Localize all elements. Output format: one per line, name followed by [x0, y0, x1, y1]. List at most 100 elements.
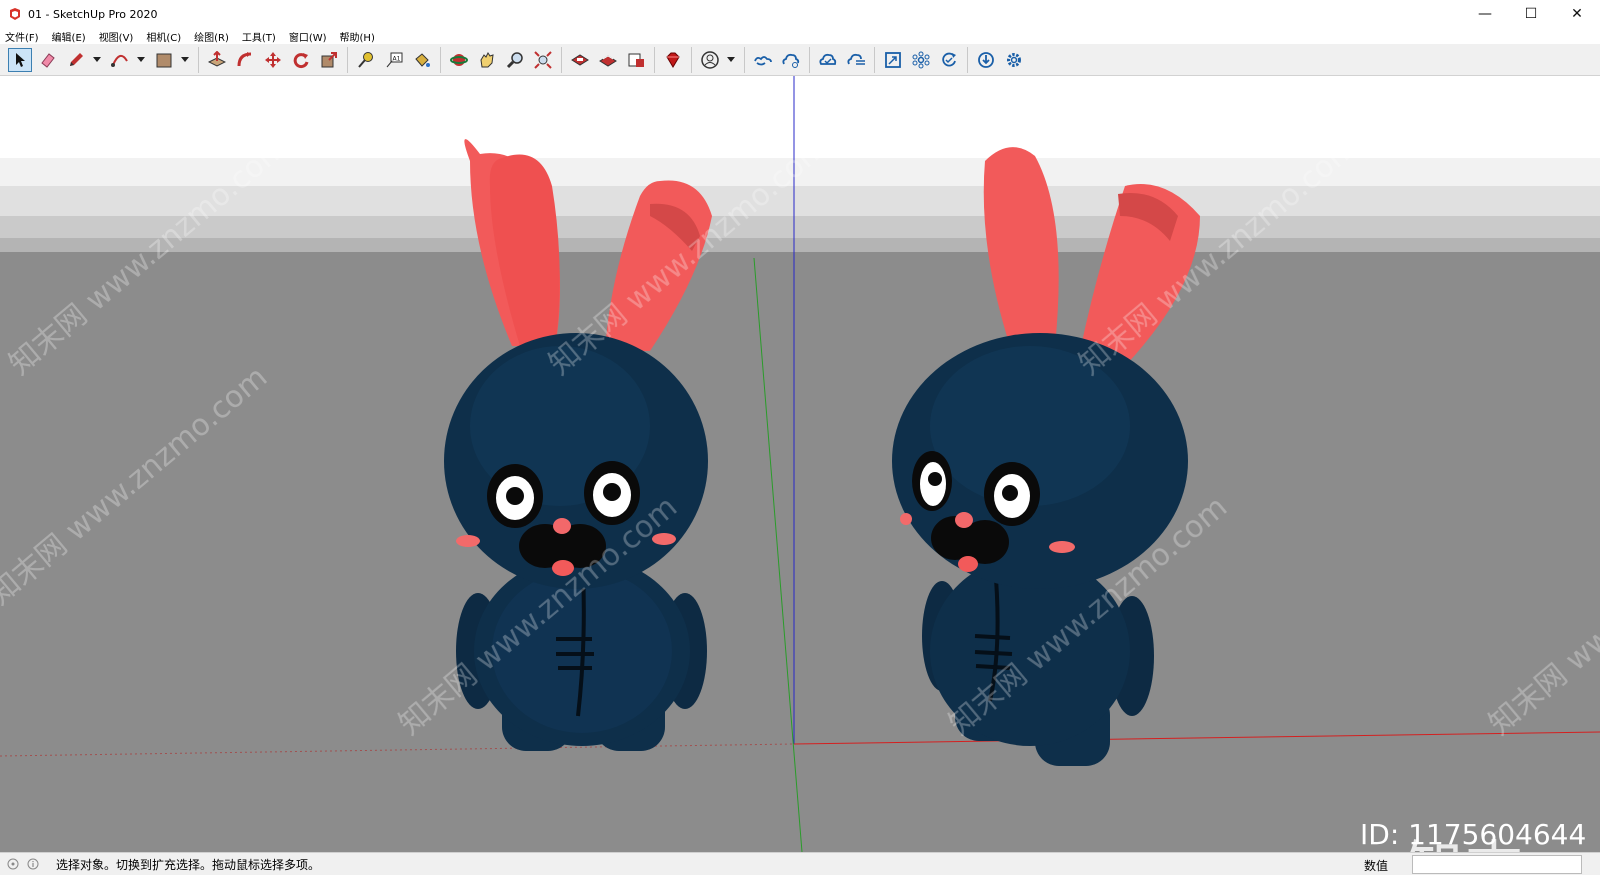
stitch: [974, 634, 1011, 640]
pan-tool-button[interactable]: [475, 48, 499, 72]
toolbar-separator: [198, 46, 199, 73]
maximize-icon: ☐: [1524, 6, 1538, 22]
measurements-input[interactable]: [1412, 855, 1582, 874]
toolbar-separator: [874, 46, 875, 73]
cloud-sync-button[interactable]: [751, 48, 775, 72]
cloud-sync-icon: [754, 55, 772, 65]
scale-icon: [321, 51, 337, 67]
profile-icon: [701, 50, 719, 69]
scale-tool-button[interactable]: [317, 48, 341, 72]
model-viewport[interactable]: 知末网 www.znzmo.com 知末网 www.znzmo.com 知末网 …: [0, 76, 1600, 852]
geolocation-icon[interactable]: [6, 857, 20, 871]
rectangle-tool-button[interactable]: [152, 48, 176, 72]
dropdown-arrow-icon: [93, 56, 101, 62]
maximize-button[interactable]: ☐: [1508, 0, 1554, 28]
toolbar-separator: [561, 46, 562, 73]
cloud-list-button[interactable]: [844, 48, 868, 72]
zoom-extents-tool-button[interactable]: [531, 48, 555, 72]
select-icon: [16, 52, 25, 67]
menu-view[interactable]: 视图(V): [98, 29, 135, 44]
title-bar: 01 - SketchUp Pro 2020 — ☐ ✕: [0, 0, 1600, 28]
eraser-icon: [41, 52, 55, 68]
right-cheek: [1049, 541, 1075, 553]
menu-edit[interactable]: 编辑(E): [51, 29, 87, 44]
select-tool-button[interactable]: [8, 47, 32, 72]
menu-camera[interactable]: 相机(C): [145, 29, 182, 44]
follow-me-tool-button[interactable]: [233, 48, 257, 72]
pencil-tool-button[interactable]: [64, 48, 88, 72]
move-tool-button[interactable]: [261, 48, 285, 72]
menu-draw[interactable]: 绘图(R): [193, 29, 230, 44]
components-icon: [912, 51, 930, 68]
toolbar: A1: [0, 44, 1600, 76]
dropdown-arrow-icon: [137, 56, 145, 62]
send-to-layout-button[interactable]: [624, 48, 648, 72]
text-tool-button[interactable]: A1: [382, 48, 406, 72]
scene-icon: [885, 51, 901, 68]
left-pupil: [928, 472, 942, 486]
arc-dropdown[interactable]: [136, 48, 146, 72]
eraser-tool-button[interactable]: [36, 48, 60, 72]
settings-button[interactable]: [1002, 48, 1026, 72]
profile-button[interactable]: [698, 48, 722, 72]
status-message: 选择对象。切换到扩充选择。拖动鼠标选择多项。: [56, 857, 321, 872]
cloud-check-button[interactable]: [816, 48, 840, 72]
watermark-id: ID: 1175604644: [1360, 818, 1587, 851]
pencil-icon: [70, 52, 83, 66]
toolbar-separator: [654, 46, 655, 73]
menu-help[interactable]: 帮助(H): [339, 29, 376, 44]
menu-window[interactable]: 窗口(W): [288, 29, 328, 44]
dropdown-arrow-icon: [181, 56, 189, 62]
push-pull-tool-button[interactable]: [205, 48, 229, 72]
left-cheek: [900, 513, 912, 525]
refresh-icon: [942, 52, 956, 66]
download-button[interactable]: [974, 48, 998, 72]
measurements-label: 数值: [1363, 859, 1388, 873]
svg-text:A1: A1: [393, 55, 401, 62]
zoom-tool-button[interactable]: [503, 48, 527, 72]
arc-tool-button[interactable]: [108, 48, 132, 72]
tape-measure-tool-button[interactable]: [354, 48, 378, 72]
move-icon: [265, 51, 281, 68]
minimize-button[interactable]: —: [1462, 0, 1508, 28]
scene-button[interactable]: [881, 48, 905, 72]
viewport-canvas: 知末网 www.znzmo.com 知末网 www.znzmo.com 知末网 …: [0, 76, 1600, 852]
extension-warehouse-icon: [599, 54, 617, 67]
toolbar-separator: [440, 46, 441, 73]
cloud-share-icon: [782, 53, 800, 68]
left-pupil: [506, 487, 524, 505]
download-icon: [978, 51, 994, 68]
pencil-dropdown[interactable]: [92, 48, 102, 72]
window-controls: — ☐ ✕: [1462, 0, 1600, 28]
extension-warehouse-button[interactable]: [596, 48, 620, 72]
toolbar-separator: [809, 46, 810, 73]
toolbar-separator: [744, 46, 745, 73]
menu-file[interactable]: 文件(F): [4, 29, 40, 44]
cloud-list-icon: [847, 53, 865, 65]
tape-measure-icon: [358, 51, 373, 68]
horizon-band: [0, 216, 1600, 238]
refresh-button[interactable]: [937, 48, 961, 72]
info-icon[interactable]: [26, 857, 40, 871]
paint-bucket-tool-button[interactable]: [410, 48, 434, 72]
3d-warehouse-button[interactable]: [568, 48, 592, 72]
rectangle-icon: [156, 53, 172, 67]
right-pupil: [1002, 485, 1018, 501]
cloud-share-button[interactable]: [779, 48, 803, 72]
orbit-tool-button[interactable]: [447, 48, 471, 72]
components-button[interactable]: [909, 48, 933, 72]
minimize-icon: —: [1478, 6, 1492, 22]
profile-dropdown[interactable]: [726, 48, 736, 72]
left-cheek: [456, 535, 480, 547]
close-button[interactable]: ✕: [1554, 0, 1600, 28]
ground-plane: [0, 252, 1600, 852]
ruby-console-button[interactable]: [661, 48, 685, 72]
horizon-band: [0, 238, 1600, 252]
menu-tools[interactable]: 工具(T): [241, 29, 277, 44]
zoom-icon: [506, 51, 523, 68]
rectangle-dropdown[interactable]: [180, 48, 190, 72]
rotate-icon: [293, 52, 309, 68]
push-pull-icon: [208, 50, 226, 67]
rotate-tool-button[interactable]: [289, 48, 313, 72]
nose: [553, 518, 571, 534]
